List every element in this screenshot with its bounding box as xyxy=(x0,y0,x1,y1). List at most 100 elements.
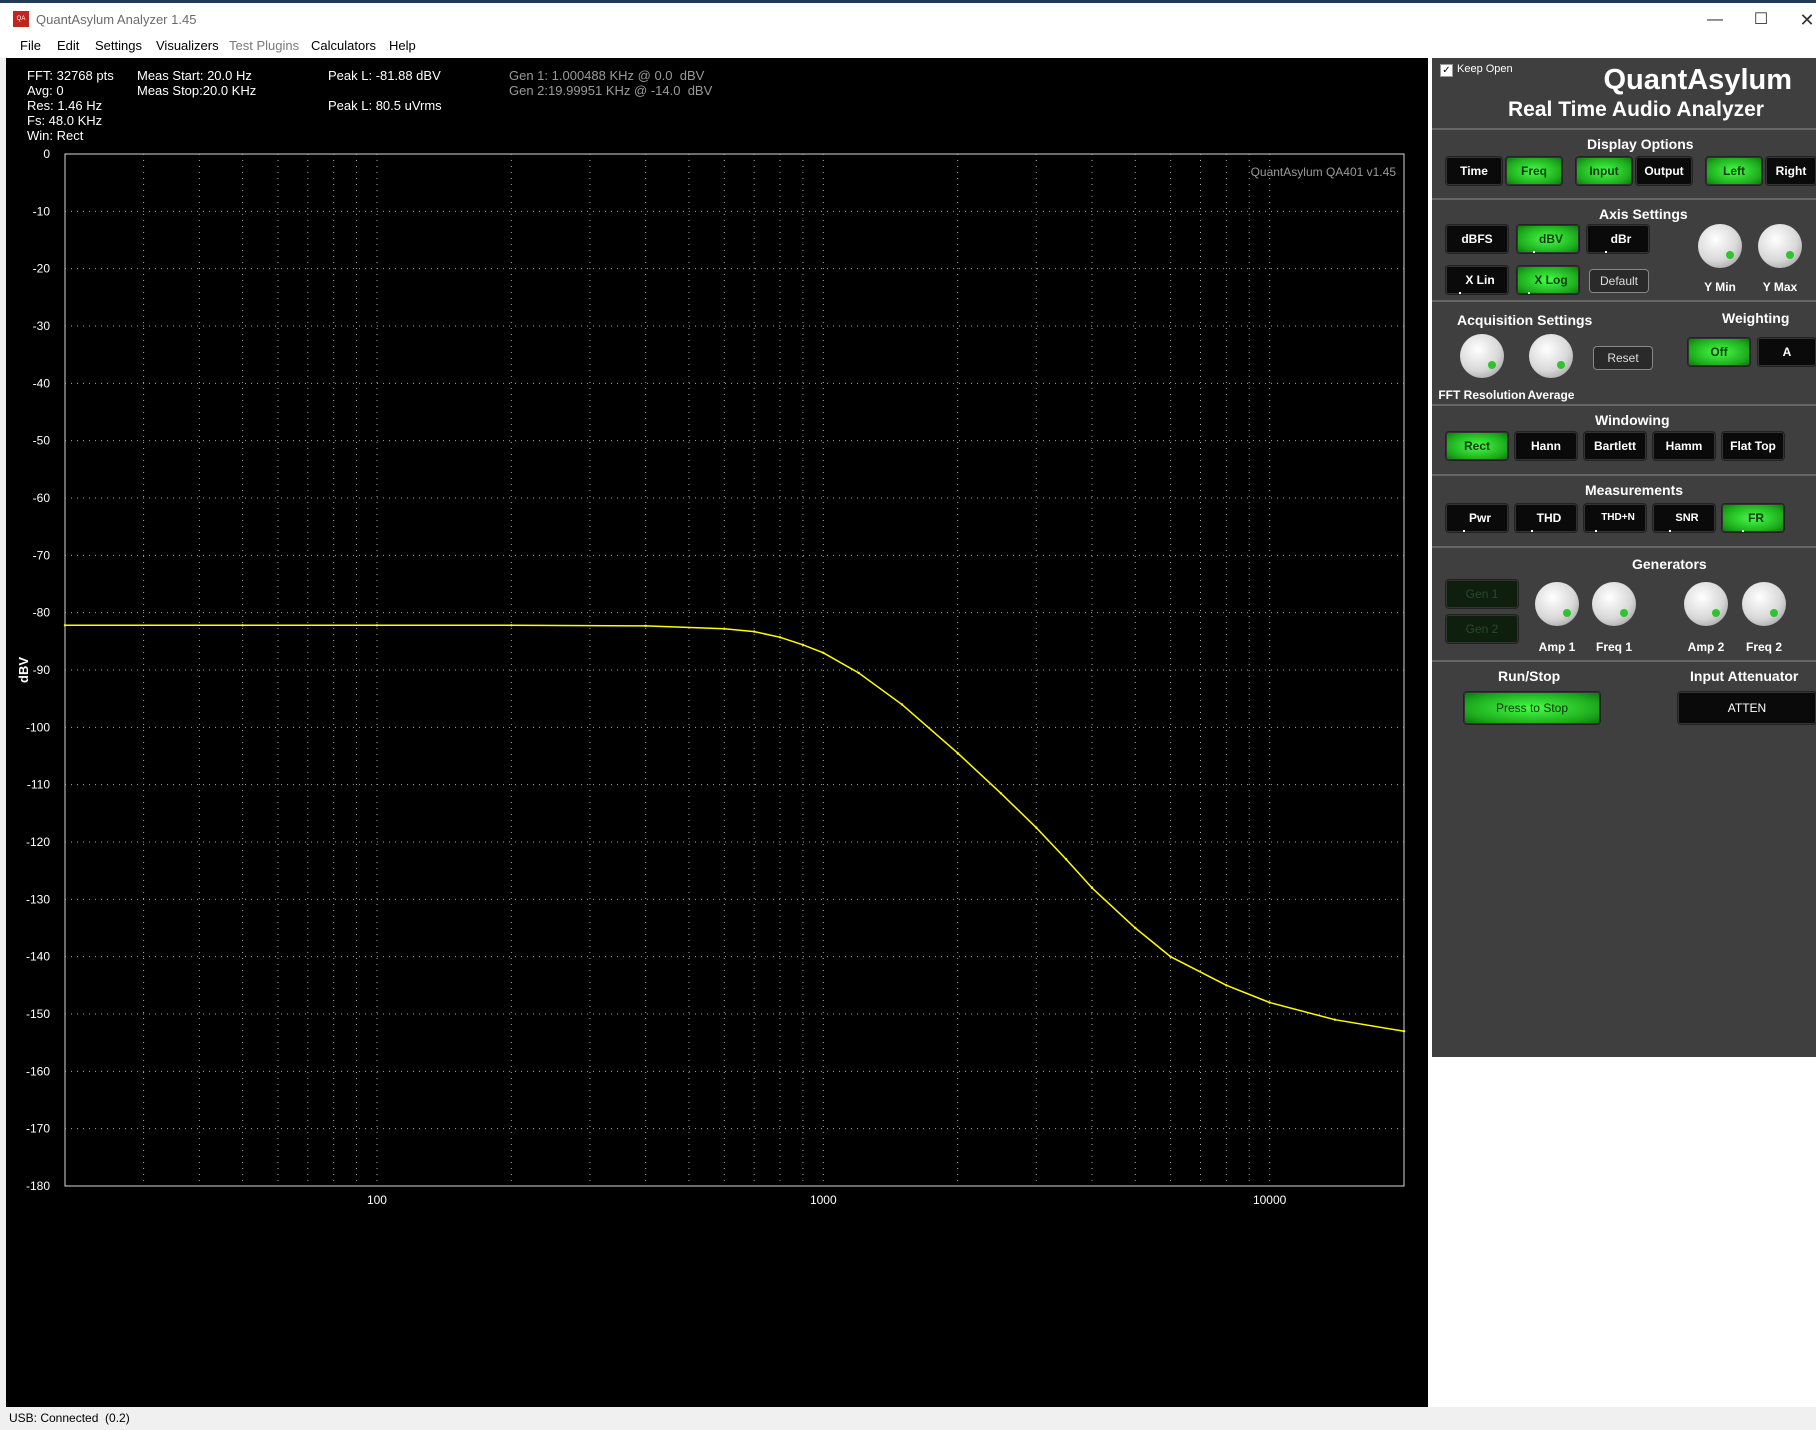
spectrum-plot[interactable]: FFT: 32768 pts Avg: 0 Res: 1.46 Hz Fs: 4… xyxy=(6,58,1428,1407)
thdn-button[interactable]: THD+N xyxy=(1584,504,1646,532)
y-max-knob[interactable] xyxy=(1758,224,1802,268)
indicator-dot xyxy=(1530,530,1533,532)
time-button[interactable]: Time xyxy=(1446,157,1502,185)
knob-led xyxy=(1563,609,1571,617)
xlog-button[interactable]: X Log xyxy=(1517,266,1579,294)
x-tick-label: 100 xyxy=(367,1193,387,1207)
trace-point xyxy=(241,624,244,627)
y-tick-label: -110 xyxy=(27,778,50,792)
dbv-button[interactable]: dBV xyxy=(1517,225,1579,253)
trace-point xyxy=(1268,1001,1271,1004)
output-button[interactable]: Output xyxy=(1636,157,1692,185)
menu-visualizers[interactable]: Visualizers xyxy=(156,38,219,53)
chart-watermark: QuantAsylum QA401 v1.45 xyxy=(1251,165,1397,179)
weighting-title: Weighting xyxy=(1722,310,1790,326)
y-tick-label: -90 xyxy=(33,663,51,677)
y-tick-label: -30 xyxy=(33,319,51,333)
menu-bar: File Edit Settings Visualizers Test Plug… xyxy=(0,36,1816,58)
press-to-stop-button[interactable]: Press to Stop xyxy=(1464,692,1600,724)
snr-button[interactable]: SNR xyxy=(1653,504,1715,532)
y-tick-label: -40 xyxy=(33,376,51,390)
minimize-icon[interactable]: — xyxy=(1692,5,1738,35)
indicator-dot xyxy=(1742,530,1744,532)
trace-point xyxy=(999,792,1003,795)
menu-settings[interactable]: Settings xyxy=(95,38,142,53)
usb-status: USB: Connected (0.2) xyxy=(9,1411,130,1425)
freq1-knob[interactable] xyxy=(1592,582,1636,626)
y-tick-label: -130 xyxy=(26,892,50,906)
right-channel-button[interactable]: Right xyxy=(1766,157,1816,185)
hamm-window-button[interactable]: Hamm xyxy=(1653,432,1715,460)
left-channel-button[interactable]: Left xyxy=(1706,157,1762,185)
trace-point xyxy=(1134,926,1137,930)
windowing-section: Windowing Rect Hann Bartlett Hamm Flat T… xyxy=(1432,404,1816,474)
thd-button[interactable]: THD xyxy=(1515,504,1577,532)
freq2-knob[interactable] xyxy=(1742,582,1786,626)
trace-point xyxy=(1169,955,1172,958)
y-tick-label: -50 xyxy=(33,434,51,448)
trace-point xyxy=(375,624,379,627)
acquisition-section: Acquisition Settings FFT Resolution Aver… xyxy=(1432,300,1816,404)
dbr-button[interactable]: dBr xyxy=(1587,225,1649,253)
flat-top-window-button[interactable]: Flat Top xyxy=(1722,432,1784,460)
average-knob[interactable] xyxy=(1529,334,1573,378)
menu-help[interactable]: Help xyxy=(389,38,416,53)
menu-edit[interactable]: Edit xyxy=(57,38,79,53)
bartlett-window-button[interactable]: Bartlett xyxy=(1584,432,1646,460)
trace-point xyxy=(723,627,726,630)
pwr-label: Pwr xyxy=(1468,511,1491,525)
windowing-title: Windowing xyxy=(1595,412,1670,428)
indicator-dot xyxy=(1528,292,1531,294)
measurements-title: Measurements xyxy=(1585,482,1684,498)
hann-window-button[interactable]: Hann xyxy=(1515,432,1577,460)
gen1-button[interactable]: Gen 1 xyxy=(1446,580,1518,608)
xlin-label: X Lin xyxy=(1465,273,1495,287)
y-tick-label: -170 xyxy=(26,1122,50,1136)
close-icon[interactable]: ✕ xyxy=(1784,5,1816,35)
indicator-dot xyxy=(1533,251,1535,253)
trace-point xyxy=(1090,886,1094,890)
gen2-button[interactable]: Gen 2 xyxy=(1446,615,1518,643)
input-button[interactable]: Input xyxy=(1576,157,1632,185)
weighting-a-button[interactable]: A xyxy=(1758,338,1816,366)
trace-point xyxy=(822,651,825,654)
input-attenuator-title: Input Attenuator xyxy=(1690,668,1799,684)
default-axis-button[interactable]: Default xyxy=(1590,270,1648,292)
menu-file[interactable]: File xyxy=(20,38,41,53)
rect-window-button[interactable]: Rect xyxy=(1446,432,1508,460)
atten-button[interactable]: ATTEN xyxy=(1678,692,1816,724)
indicator-dot xyxy=(1462,530,1465,532)
display-options-section: Display Options Time Freq Input Output L… xyxy=(1432,128,1816,198)
reset-button[interactable]: Reset xyxy=(1594,347,1652,369)
amp2-knob[interactable] xyxy=(1684,582,1728,626)
knob-led xyxy=(1726,251,1734,259)
thdn-label: THD+N xyxy=(1601,512,1635,523)
y-tick-label: -20 xyxy=(33,262,51,276)
y-tick-label: -150 xyxy=(26,1007,50,1021)
indicator-dot xyxy=(1459,292,1462,294)
axis-settings-section: Axis Settings dBFS dBV dBr X Lin X Log D… xyxy=(1432,198,1816,300)
trace-point xyxy=(956,751,959,755)
pwr-button[interactable]: Pwr xyxy=(1446,504,1508,532)
menu-calculators[interactable]: Calculators xyxy=(311,38,376,53)
maximize-icon[interactable]: ☐ xyxy=(1738,5,1784,35)
fft-resolution-knob[interactable] xyxy=(1460,334,1504,378)
plot-frame xyxy=(64,153,1405,1187)
y-min-knob[interactable] xyxy=(1698,224,1742,268)
y-tick-label: -100 xyxy=(26,720,50,734)
menu-test-plugins[interactable]: Test Plugins xyxy=(229,38,299,53)
weighting-off-button[interactable]: Off xyxy=(1688,338,1750,366)
dbfs-button[interactable]: dBFS xyxy=(1446,225,1508,253)
freq-button[interactable]: Freq xyxy=(1506,157,1562,185)
y-tick-label: -80 xyxy=(33,606,51,620)
response-trace xyxy=(65,624,1405,1032)
app-icon[interactable]: QA xyxy=(13,11,29,27)
amp1-knob[interactable] xyxy=(1535,582,1579,626)
xlin-button[interactable]: X Lin xyxy=(1446,266,1508,294)
snr-label: SNR xyxy=(1675,512,1699,524)
generators-title: Generators xyxy=(1632,556,1707,572)
fr-button[interactable]: FR xyxy=(1722,504,1784,532)
run-stop-section: Run/Stop Press to Stop Input Attenuator … xyxy=(1432,660,1816,740)
fr-label: FR xyxy=(1748,511,1764,525)
axis-settings-title: Axis Settings xyxy=(1599,206,1688,222)
